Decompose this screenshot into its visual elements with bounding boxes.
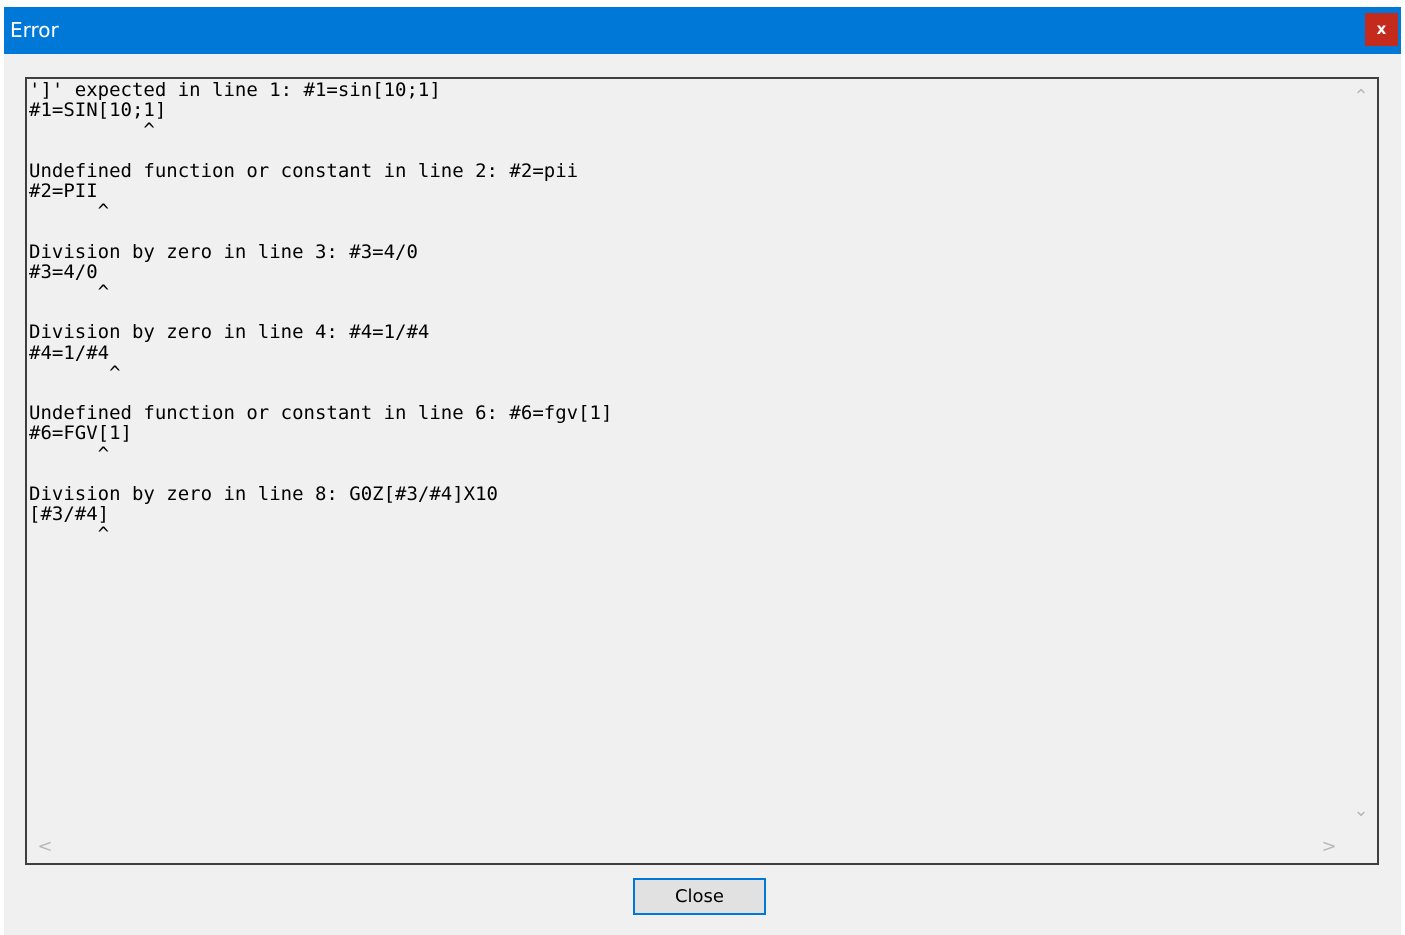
- horizontal-scrollbar[interactable]: < >: [27, 831, 1346, 863]
- error-text-line: Undefined function or constant in line 2…: [29, 159, 579, 182]
- scroll-up-icon[interactable]: ⌃: [1351, 87, 1371, 107]
- vertical-scrollbar[interactable]: ⌃ ⌄: [1346, 79, 1377, 831]
- error-messages: ']' expected in line 1: #1=sin[10;1] #1=S…: [29, 80, 612, 545]
- scroll-left-icon[interactable]: <: [35, 837, 55, 857]
- error-text-line: Division by zero in line 8: G0Z[#3/#4]X1…: [29, 483, 498, 506]
- error-text-line: ^: [29, 442, 110, 465]
- error-text-line: ^: [29, 281, 110, 304]
- error-text-line: ^: [29, 200, 110, 223]
- error-text-area[interactable]: ']' expected in line 1: #1=sin[10;1] #1=S…: [25, 77, 1379, 865]
- scroll-down-icon[interactable]: ⌄: [1351, 801, 1371, 821]
- error-text-line: ^: [29, 119, 155, 142]
- error-text-line: ^: [29, 523, 110, 546]
- error-text-line: Division by zero in line 4: #4=1/#4: [29, 321, 430, 344]
- error-text-line: #2=PII: [29, 180, 98, 203]
- close-button[interactable]: Close: [633, 878, 766, 915]
- window-close-icon[interactable]: x: [1365, 13, 1398, 46]
- error-text-line: [29, 464, 612, 484]
- scroll-right-icon[interactable]: >: [1319, 837, 1339, 857]
- title-bar[interactable]: Error x: [4, 7, 1401, 54]
- error-text-line: [29, 302, 612, 322]
- error-text-line: #6=FGV[1]: [29, 422, 132, 445]
- error-text-line: [#3/#4]: [29, 503, 110, 526]
- error-text-line: ']' expected in line 1: #1=sin[10;1]: [29, 79, 441, 101]
- error-text-line: [29, 221, 612, 241]
- error-text-line: #4=1/#4: [29, 341, 110, 364]
- error-text-line: Undefined function or constant in line 6…: [29, 402, 613, 425]
- window-title: Error: [10, 18, 59, 42]
- error-text-line: [29, 141, 612, 161]
- error-dialog: Error x ']' expected in line 1: #1=sin[1…: [4, 7, 1401, 935]
- error-text-line: #1=SIN[10;1]: [29, 99, 167, 122]
- error-text-line: [29, 383, 612, 403]
- error-text-line: #3=4/0: [29, 260, 98, 283]
- error-text-line: Division by zero in line 3: #3=4/0: [29, 240, 418, 263]
- error-text-line: ^: [29, 361, 121, 384]
